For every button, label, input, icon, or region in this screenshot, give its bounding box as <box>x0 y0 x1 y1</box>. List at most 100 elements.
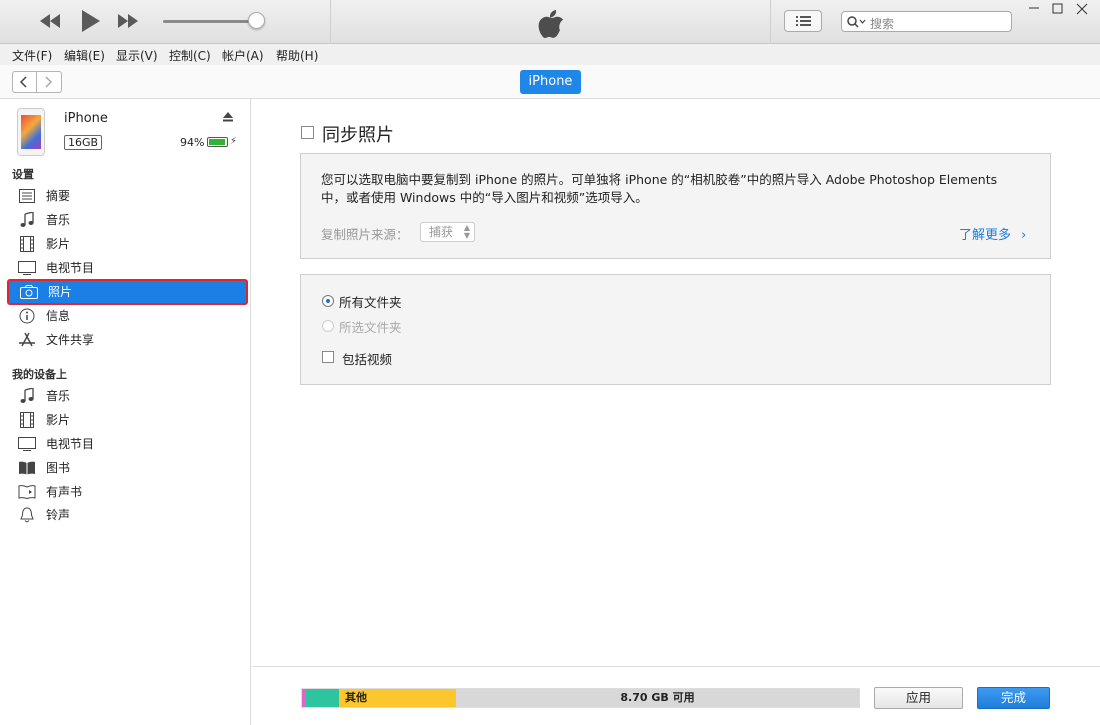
device-name: iPhone <box>64 111 108 126</box>
nav-bar: iPhone <box>0 65 1100 99</box>
sync-photos-checkbox[interactable] <box>301 126 314 139</box>
sidebar-item-info[interactable]: 信息 <box>7 304 248 328</box>
sidebar-item-movies[interactable]: 影片 <box>7 232 248 256</box>
sidebar-item-summary[interactable]: 摘要 <box>7 184 248 208</box>
selected-folders-label: 所选文件夹 <box>339 320 402 335</box>
device-button[interactable]: iPhone <box>520 70 581 94</box>
sidebar-item-label: 文件共享 <box>46 333 95 347</box>
music-note-icon <box>18 212 36 228</box>
description-text: 您可以选取电脑中要复制到 iPhone 的照片。可单独将 iPhone 的“相机… <box>321 172 998 205</box>
sidebar-item-music[interactable]: 音乐 <box>7 208 248 232</box>
sidebar-item-label: 电视节目 <box>46 437 95 451</box>
film-icon <box>18 412 36 428</box>
info-icon <box>18 308 36 324</box>
playback-controls <box>0 0 330 44</box>
storage-bar: 其他 8.70 GB 可用 <box>301 688 860 708</box>
selected-folders-radio[interactable] <box>322 320 334 332</box>
select-stepper-icon: ▲ ▼ <box>463 223 470 240</box>
status-area <box>330 0 770 44</box>
sidebar-item-label: 图书 <box>46 461 71 475</box>
apple-logo-icon <box>537 7 565 42</box>
volume-slider-knob[interactable] <box>248 12 265 29</box>
menu-help[interactable]: 帮助(H) <box>276 47 318 64</box>
menu-view[interactable]: 显示(V) <box>116 47 158 64</box>
sidebar-item-tv[interactable]: 电视节目 <box>7 256 248 280</box>
volume-track[interactable] <box>163 20 256 23</box>
all-folders-label: 所有文件夹 <box>339 295 402 310</box>
minimize-icon[interactable] <box>1027 0 1041 18</box>
menu-controls[interactable]: 控制(C) <box>169 47 211 64</box>
chevron-right-icon <box>45 76 53 88</box>
sidebar-item-device-music[interactable]: 音乐 <box>7 384 248 408</box>
storage-segment-apps <box>306 689 339 707</box>
menu-bar: 文件(F) 编辑(E) 显示(V) 控制(C) 帐户(A) 帮助(H) <box>0 44 1100 65</box>
search-icon <box>846 15 866 32</box>
sidebar-item-label: 音乐 <box>46 389 71 403</box>
camera-icon <box>20 284 38 300</box>
fast-forward-icon[interactable] <box>116 11 140 34</box>
list-icon <box>18 188 36 204</box>
source-select-value: 捕获 <box>429 225 454 239</box>
main-panel: 同步照片 您可以选取电脑中要复制到 iPhone 的照片。可单独将 iPhone… <box>252 99 1100 725</box>
bottom-bar: 其他 8.70 GB 可用 应用 完成 <box>252 666 1100 725</box>
sidebar-item-device-tv[interactable]: 电视节目 <box>7 432 248 456</box>
apply-button[interactable]: 应用 <box>874 687 963 709</box>
sidebar-item-label: 影片 <box>46 237 71 251</box>
storage-segment-other: 其他 <box>339 689 456 707</box>
sidebar-item-photos[interactable]: 照片 <box>7 279 248 305</box>
battery-percent: 94% <box>180 136 205 149</box>
sidebar-item-label: 影片 <box>46 413 71 427</box>
film-icon <box>18 236 36 252</box>
sidebar-item-label: 照片 <box>48 285 73 299</box>
sidebar-item-device-audiobooks[interactable]: 有声书 <box>7 480 248 504</box>
on-my-device-header: 我的设备上 <box>12 368 67 381</box>
battery-icon <box>207 137 228 147</box>
menu-file[interactable]: 文件(F) <box>12 47 52 64</box>
bell-icon <box>18 507 36 523</box>
menu-account[interactable]: 帐户(A) <box>222 47 264 64</box>
sidebar-item-label: 铃声 <box>46 508 71 522</box>
sidebar-item-label: 音乐 <box>46 213 71 227</box>
iphone-thumbnail <box>17 108 45 156</box>
app-store-icon <box>18 332 36 348</box>
maximize-icon[interactable] <box>1052 3 1064 19</box>
sidebar-item-label: 有声书 <box>46 485 83 499</box>
sidebar-item-device-movies[interactable]: 影片 <box>7 408 248 432</box>
photo-source-panel: 您可以选取电脑中要复制到 iPhone 的照片。可单独将 iPhone 的“相机… <box>300 153 1051 259</box>
back-button[interactable] <box>12 71 37 93</box>
source-select[interactable]: 捕获 ▲ ▼ <box>420 222 475 242</box>
all-folders-radio[interactable] <box>322 295 334 307</box>
toolbar-right: 搜索 <box>770 0 1100 44</box>
done-button[interactable]: 完成 <box>977 687 1050 709</box>
music-note-icon <box>18 388 36 404</box>
include-video-checkbox[interactable] <box>322 351 334 363</box>
forward-button[interactable] <box>37 71 62 93</box>
chevron-right-icon: › <box>1021 228 1027 243</box>
book-icon <box>18 460 36 476</box>
search-placeholder: 搜索 <box>870 17 895 31</box>
list-view-button[interactable] <box>784 10 822 32</box>
search-box[interactable]: 搜索 <box>841 11 1012 32</box>
eject-icon[interactable] <box>222 112 234 125</box>
title-bar: 搜索 <box>0 0 1100 44</box>
capacity-badge: 16GB <box>64 135 103 150</box>
tv-icon <box>18 260 36 276</box>
learn-more-link[interactable]: 了解更多 › <box>959 224 1026 243</box>
include-video-label: 包括视频 <box>342 352 393 367</box>
sidebar-item-device-tones[interactable]: 铃声 <box>7 503 248 527</box>
play-icon[interactable] <box>80 8 102 37</box>
close-icon[interactable] <box>1076 3 1088 19</box>
source-label: 复制照片来源： <box>321 227 409 242</box>
menu-edit[interactable]: 编辑(E) <box>64 47 105 64</box>
sidebar-item-label: 摘要 <box>46 189 71 203</box>
folder-options-panel: 所有文件夹 所选文件夹 包括视频 <box>300 274 1051 385</box>
settings-header: 设置 <box>12 168 34 181</box>
audiobook-icon <box>18 484 36 500</box>
sidebar: iPhone 16GB 94% ⚡ 设置 摘要 音乐 影片 电视节目 照片 信息… <box>0 99 251 725</box>
sidebar-item-file-sharing[interactable]: 文件共享 <box>7 328 248 352</box>
sidebar-item-device-books[interactable]: 图书 <box>7 456 248 480</box>
rewind-icon[interactable] <box>38 11 62 34</box>
sync-photos-title: 同步照片 <box>322 125 394 146</box>
learn-more-label: 了解更多 <box>959 228 1012 243</box>
sidebar-item-label: 电视节目 <box>46 261 95 275</box>
